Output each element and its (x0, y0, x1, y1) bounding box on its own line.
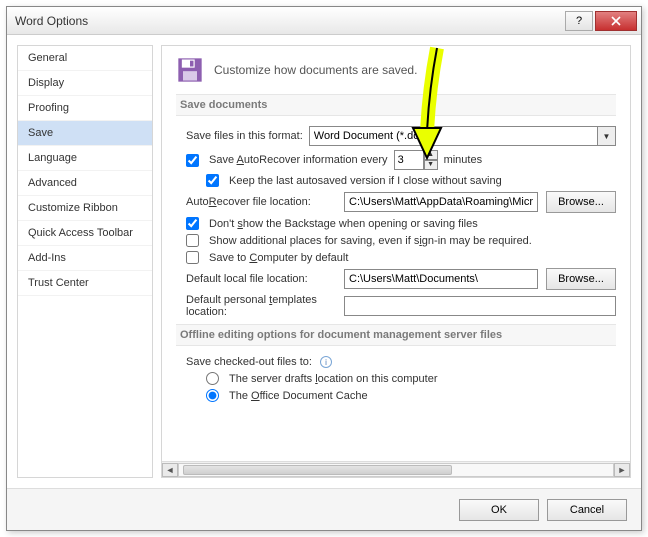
backstage-checkbox[interactable] (186, 217, 199, 230)
group-title-save-documents: Save documents (176, 94, 616, 116)
main-panel: Customize how documents are saved. Save … (161, 45, 631, 478)
categories-sidebar: General Display Proofing Save Language A… (17, 45, 153, 478)
save-format-select[interactable] (309, 126, 598, 146)
window-title: Word Options (15, 14, 563, 28)
sidebar-item-quick-access-toolbar[interactable]: Quick Access Toolbar (18, 221, 152, 246)
close-button[interactable] (595, 11, 637, 31)
sidebar-item-customize-ribbon[interactable]: Customize Ribbon (18, 196, 152, 221)
sidebar-item-add-ins[interactable]: Add-Ins (18, 246, 152, 271)
dialog-footer: OK Cancel (7, 488, 641, 530)
scroll-track[interactable] (178, 463, 614, 477)
scroll-left-button[interactable]: ◄ (162, 463, 178, 477)
autorecover-location-label: AutoRecover file location: (186, 196, 336, 208)
office-cache-radio[interactable] (206, 389, 219, 402)
floppy-disk-icon (176, 56, 204, 84)
server-drafts-radio[interactable] (206, 372, 219, 385)
sidebar-item-save[interactable]: Save (18, 121, 152, 146)
sidebar-item-display[interactable]: Display (18, 71, 152, 96)
titlebar: Word Options ? (7, 7, 641, 35)
save-to-computer-label: Save to Computer by default (209, 252, 348, 264)
spin-down-button[interactable]: ▼ (424, 160, 438, 170)
templates-location-label: Default personal templates location: (186, 294, 336, 318)
autorecover-checkbox[interactable] (186, 154, 199, 167)
additional-places-checkbox[interactable] (186, 234, 199, 247)
scroll-right-button[interactable]: ► (614, 463, 630, 477)
default-location-input[interactable] (344, 269, 538, 289)
additional-places-label: Show additional places for saving, even … (209, 235, 532, 247)
sidebar-item-trust-center[interactable]: Trust Center (18, 271, 152, 296)
office-cache-label: The Office Document Cache (229, 390, 368, 402)
autorecover-location-input[interactable] (344, 192, 538, 212)
page-header: Customize how documents are saved. (176, 56, 616, 84)
dialog-body: General Display Proofing Save Language A… (7, 35, 641, 488)
close-icon (611, 16, 621, 26)
info-icon[interactable]: i (320, 356, 332, 368)
scroll-thumb[interactable] (183, 465, 452, 475)
horizontal-scrollbar[interactable]: ◄ ► (162, 461, 630, 477)
autorecover-label-pre: Save AutoRecover information every (209, 154, 388, 166)
save-format-label: Save files in this format: (186, 130, 303, 142)
ok-button[interactable]: OK (459, 499, 539, 521)
browse-autorecover-button[interactable]: Browse... (546, 191, 616, 213)
offline-editing-group: Offline editing options for document man… (176, 324, 616, 402)
templates-location-input[interactable] (344, 296, 616, 316)
save-documents-group: Save documents Save files in this format… (176, 94, 616, 318)
page-subtitle: Customize how documents are saved. (214, 63, 417, 77)
autorecover-minutes-input[interactable] (394, 150, 424, 170)
sidebar-item-general[interactable]: General (18, 46, 152, 71)
keep-last-autosaved-checkbox[interactable] (206, 174, 219, 187)
group-title-offline: Offline editing options for document man… (176, 324, 616, 346)
server-drafts-label: The server drafts location on this compu… (229, 373, 438, 385)
save-format-dropdown-button[interactable]: ▼ (598, 126, 616, 146)
cancel-button[interactable]: Cancel (547, 499, 627, 521)
help-button[interactable]: ? (565, 11, 593, 31)
keep-last-autosaved-label: Keep the last autosaved version if I clo… (229, 175, 502, 187)
checked-out-label: Save checked-out files to: (186, 356, 312, 368)
save-to-computer-checkbox[interactable] (186, 251, 199, 264)
sidebar-item-proofing[interactable]: Proofing (18, 96, 152, 121)
word-options-window: Word Options ? General Display Proofing … (6, 6, 642, 531)
sidebar-item-language[interactable]: Language (18, 146, 152, 171)
sidebar-item-advanced[interactable]: Advanced (18, 171, 152, 196)
autorecover-label-post: minutes (444, 154, 483, 166)
autorecover-minutes-spinner[interactable]: ▲▼ (394, 150, 438, 170)
spin-up-button[interactable]: ▲ (424, 150, 438, 160)
browse-default-button[interactable]: Browse... (546, 268, 616, 290)
default-location-label: Default local file location: (186, 273, 336, 285)
backstage-label: Don't show the Backstage when opening or… (209, 218, 478, 230)
